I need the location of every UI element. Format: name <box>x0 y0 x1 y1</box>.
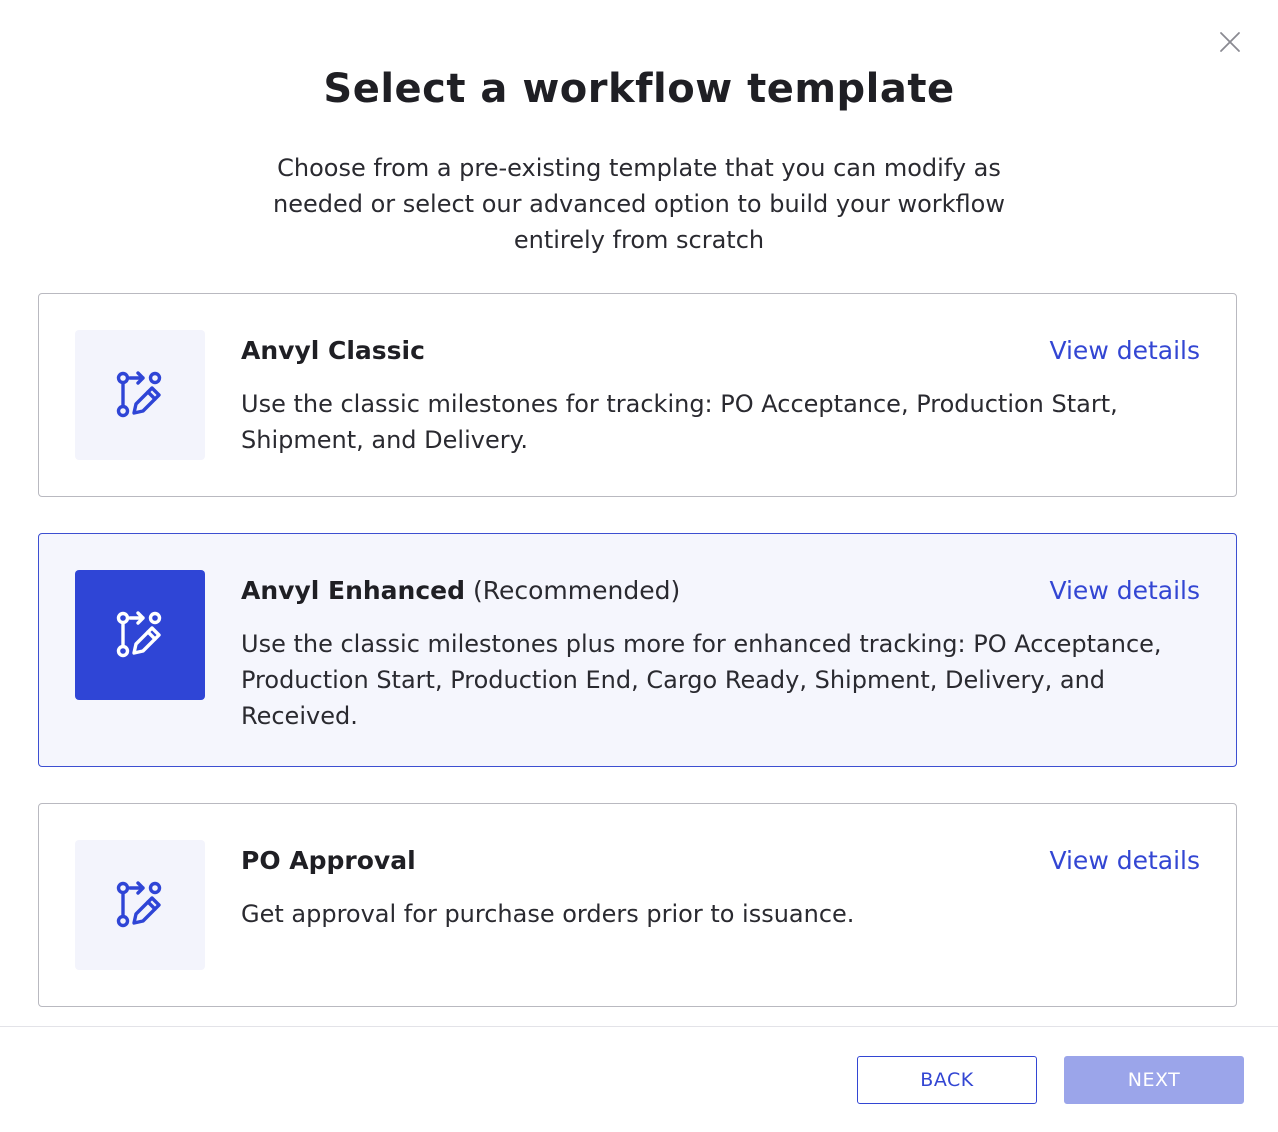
view-details-link[interactable]: View details <box>1049 334 1200 368</box>
view-details-link[interactable]: View details <box>1049 574 1200 608</box>
workflow-edit-icon <box>116 881 162 928</box>
back-button[interactable]: BACK <box>857 1056 1037 1104</box>
template-title: Anvyl Enhanced (Recommended) <box>241 574 680 608</box>
template-card-po-approval[interactable]: PO Approval View details Get approval fo… <box>38 803 1237 1007</box>
template-card-anvyl-classic[interactable]: Anvyl Classic View details Use the class… <box>38 293 1237 497</box>
close-button[interactable] <box>1216 28 1244 56</box>
template-description: Use the classic milestones plus more for… <box>241 630 1162 730</box>
template-icon-box <box>75 570 205 700</box>
footer-divider <box>0 1026 1278 1027</box>
template-name: Anvyl Classic <box>241 336 425 365</box>
workflow-edit-icon <box>116 371 162 418</box>
template-description: Get approval for purchase orders prior t… <box>241 900 855 928</box>
next-button[interactable]: NEXT <box>1064 1056 1244 1104</box>
template-icon-box <box>75 840 205 970</box>
template-name: PO Approval <box>241 846 416 875</box>
dialog-title: Select a workflow template <box>323 66 955 112</box>
workflow-edit-icon <box>116 611 162 658</box>
close-icon <box>1220 32 1240 52</box>
dialog-subtitle: Choose from a pre-existing template that… <box>273 154 1005 254</box>
template-name: Anvyl Enhanced <box>241 576 466 605</box>
template-icon-box <box>75 330 205 460</box>
template-title: Anvyl Classic <box>241 334 425 368</box>
view-details-link[interactable]: View details <box>1049 844 1200 878</box>
recommended-tag: (Recommended) <box>472 576 681 605</box>
template-description: Use the classic milestones for tracking:… <box>241 390 1118 454</box>
template-title: PO Approval <box>241 844 416 878</box>
template-card-anvyl-enhanced[interactable]: Anvyl Enhanced (Recommended) View detail… <box>38 533 1237 767</box>
